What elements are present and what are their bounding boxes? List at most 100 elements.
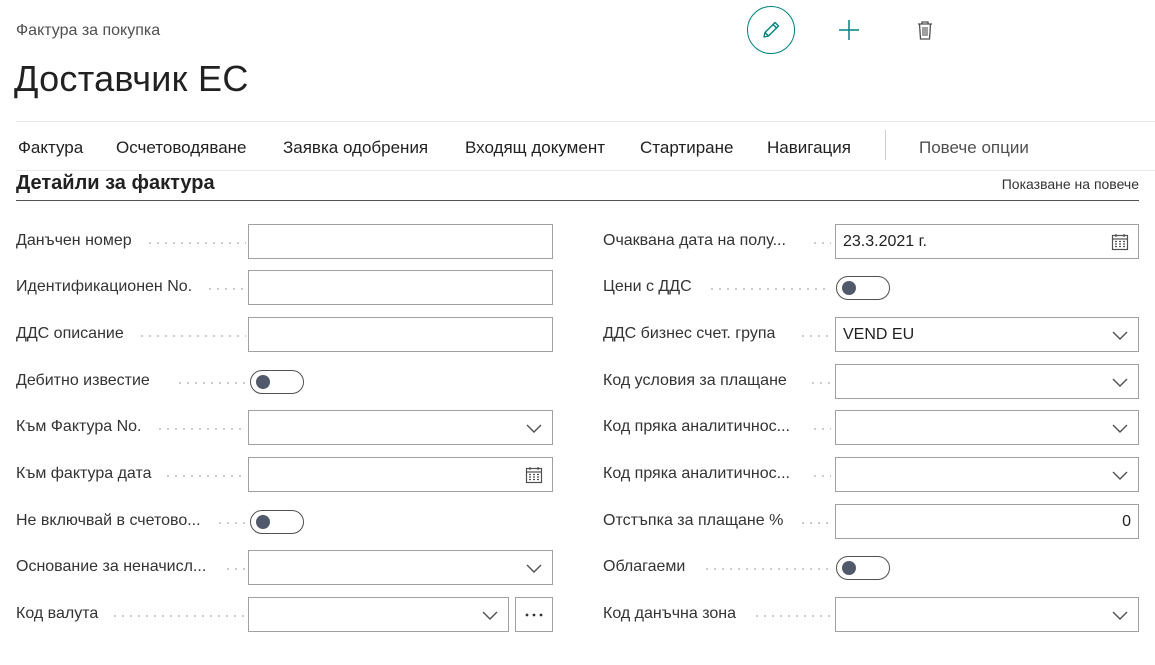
action-bar: Фактура Осчетоводяване Заявка одобрения …	[16, 121, 1155, 171]
field-debit-memo: Дебитно известие	[16, 364, 553, 400]
tab-invoice[interactable]: Фактура	[18, 138, 83, 158]
field-label: Код пряка аналитичнос...	[603, 418, 796, 436]
toggle-knob	[842, 281, 856, 295]
field-shortcut-dimension-2: Код пряка аналитичнос...	[603, 457, 1139, 493]
field-label: Код валута	[16, 605, 105, 623]
chevron-down-icon	[1112, 331, 1128, 340]
field-label: Дебитно известие	[16, 372, 156, 390]
tax-number-input[interactable]	[248, 224, 553, 259]
chevron-down-icon	[526, 564, 542, 573]
id-number-input[interactable]	[248, 270, 553, 305]
tab-request-approval[interactable]: Заявка одобрения	[283, 138, 428, 158]
tab-release[interactable]: Стартиране	[640, 138, 733, 158]
expected-receipt-date-input[interactable]: 23.3.2021 г.	[835, 224, 1139, 259]
divider	[16, 170, 1155, 171]
dots-leader	[164, 475, 246, 477]
field-label: Цени с ДДС	[603, 278, 698, 296]
dots-leader	[811, 475, 831, 477]
field-value: 23.3.2021 г.	[843, 233, 927, 250]
dots-leader	[111, 615, 246, 617]
dots-leader	[224, 568, 246, 570]
debit-memo-toggle[interactable]	[250, 370, 304, 394]
dots-leader	[799, 522, 831, 524]
field-tax-number: Данъчен номер	[16, 224, 553, 260]
to-invoice-date-input[interactable]	[248, 457, 553, 492]
field-label: Към Фактура No.	[16, 418, 148, 436]
trash-icon	[918, 21, 932, 40]
toggle-knob	[256, 375, 270, 389]
dots-leader	[753, 615, 831, 617]
dots-leader	[176, 382, 246, 384]
payment-discount-input[interactable]: 0	[835, 504, 1139, 539]
section-divider	[16, 200, 1139, 201]
dots-leader	[146, 242, 246, 244]
field-label: Основание за неначисл...	[16, 558, 213, 576]
dots-leader	[811, 242, 831, 244]
dots-leader	[703, 568, 831, 570]
to-invoice-no-dropdown[interactable]	[248, 410, 553, 445]
no-vat-reason-dropdown[interactable]	[248, 550, 553, 585]
field-shortcut-dimension-1: Код пряка аналитичнос...	[603, 410, 1139, 446]
dots-leader	[216, 522, 246, 524]
field-label: Код данъчна зона	[603, 605, 743, 623]
chevron-down-icon	[1112, 471, 1128, 480]
shortcut-dimension-1-dropdown[interactable]	[835, 410, 1139, 445]
calendar-icon[interactable]	[525, 466, 543, 484]
chevron-down-icon	[1112, 378, 1128, 387]
field-label: ДДС описание	[16, 325, 130, 343]
plus-icon	[839, 20, 859, 40]
action-bar-separator	[885, 130, 886, 160]
chevron-down-icon	[1112, 611, 1128, 620]
field-label: ДДС бизнес счет. група	[603, 325, 782, 343]
calendar-icon[interactable]	[1111, 233, 1129, 251]
payment-terms-code-dropdown[interactable]	[835, 364, 1139, 399]
field-payment-terms-code: Код условия за плащане	[603, 364, 1139, 400]
prices-incl-vat-toggle[interactable]	[836, 276, 890, 300]
dots-leader	[799, 335, 831, 337]
tab-posting[interactable]: Осчетоводяване	[116, 138, 247, 158]
field-label: Код пряка аналитичнос...	[603, 465, 796, 483]
shortcut-dimension-2-dropdown[interactable]	[835, 457, 1139, 492]
field-vat-bus-posting-group: ДДС бизнес счет. група VEND EU	[603, 317, 1139, 353]
new-button[interactable]	[825, 6, 873, 54]
edit-button[interactable]	[747, 6, 795, 54]
pencil-icon	[763, 21, 780, 38]
chevron-down-icon	[526, 424, 542, 433]
currency-lookup-button[interactable]	[515, 597, 553, 632]
vat-bus-posting-group-dropdown[interactable]: VEND EU	[835, 317, 1139, 352]
tab-incoming-document[interactable]: Входящ документ	[465, 138, 605, 158]
field-currency-code: Код валута	[16, 597, 553, 633]
show-more-link[interactable]: Показване на повече	[1002, 176, 1139, 192]
exclude-posting-toggle[interactable]	[250, 510, 304, 534]
field-label: Данъчен номер	[16, 232, 138, 250]
more-options-button[interactable]: Повече опции	[919, 138, 1029, 158]
dots-leader	[708, 288, 831, 290]
field-id-number: Идентификационен No.	[16, 270, 553, 306]
ellipsis-icon	[525, 613, 543, 616]
currency-code-dropdown[interactable]	[248, 597, 509, 632]
section-title: Детайли за фактура	[16, 172, 215, 194]
field-to-invoice-no: Към Фактура No.	[16, 410, 553, 446]
dots-leader	[206, 288, 246, 290]
vat-description-input[interactable]	[248, 317, 553, 352]
field-label: Код условия за плащане	[603, 372, 793, 390]
page-title: Доставчик ЕС	[14, 58, 249, 99]
field-no-vat-reason: Основание за неначисл...	[16, 550, 553, 586]
tab-navigate[interactable]: Навигация	[767, 138, 851, 158]
field-tax-area-code: Код данъчна зона	[603, 597, 1139, 633]
field-value: VEND EU	[843, 326, 915, 343]
field-prices-incl-vat: Цени с ДДС	[603, 270, 1139, 306]
toggle-knob	[842, 561, 856, 575]
field-label: Не включвай в счетово...	[16, 512, 207, 530]
field-payment-discount: Отстъпка за плащане % 0	[603, 504, 1139, 540]
taxable-toggle[interactable]	[836, 556, 890, 580]
chevron-down-icon	[482, 611, 498, 620]
field-expected-receipt-date: Очаквана дата на полу... 23.3.2021 г.	[603, 224, 1139, 260]
delete-button[interactable]	[901, 6, 949, 54]
field-label: Към фактура дата	[16, 465, 158, 483]
field-vat-description: ДДС описание	[16, 317, 553, 353]
dots-leader	[811, 428, 831, 430]
tax-area-code-dropdown[interactable]	[835, 597, 1139, 632]
field-taxable: Облагаеми	[603, 550, 1139, 586]
chevron-down-icon	[1112, 424, 1128, 433]
